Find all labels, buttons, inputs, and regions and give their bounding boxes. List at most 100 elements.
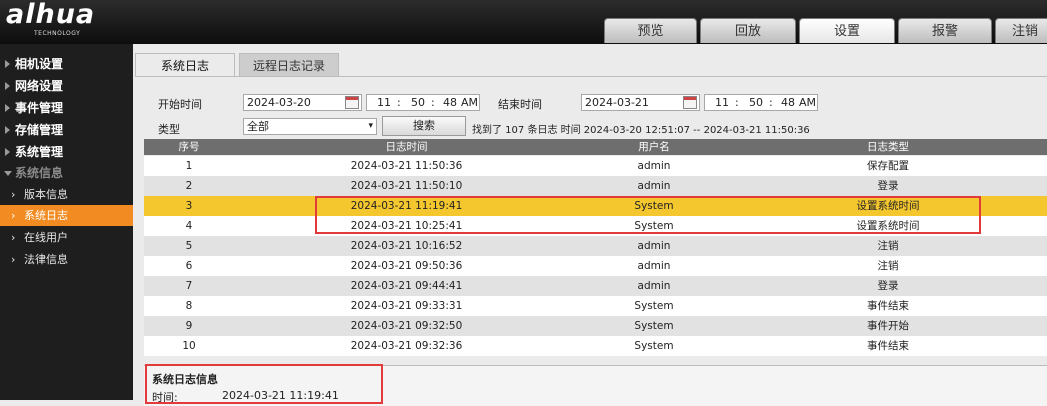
cell-time: 2024-03-21 09:32:36 xyxy=(350,340,463,352)
cell-index: 2 xyxy=(185,180,193,192)
expand-arrow-icon xyxy=(5,126,10,134)
cell-type: 事件开始 xyxy=(867,320,909,332)
sidebar-item-label: 系统信息 xyxy=(15,166,64,180)
chevron-down-icon: ▾ xyxy=(368,121,373,131)
cell-type: 事件结束 xyxy=(867,340,909,352)
end-second[interactable]: 48 xyxy=(781,95,795,110)
table-row[interactable]: 2 2024-03-21 11:50:10 admin 登录 xyxy=(144,176,1047,196)
cell-index: 7 xyxy=(185,280,193,292)
start-date-value: 2024-03-20 xyxy=(247,96,311,109)
end-minute[interactable]: 50 xyxy=(749,95,763,110)
sidebar-item-label: 事件管理 xyxy=(15,101,64,115)
cell-type: 登录 xyxy=(877,180,899,192)
end-date-input[interactable]: 2024-03-21 xyxy=(581,94,700,111)
end-time-input[interactable]: 11 : 50 : 48 AM xyxy=(704,94,818,111)
brand-tagline: TECHNOLOGY xyxy=(34,30,81,37)
chevron-right-icon: › xyxy=(11,188,16,201)
sidebar-item-label: 存储管理 xyxy=(15,123,64,137)
start-second[interactable]: 48 xyxy=(443,95,457,110)
sidebar-item-event-management[interactable]: 事件管理 xyxy=(0,97,133,119)
sidebar-item-system-management[interactable]: 系统管理 xyxy=(0,141,133,163)
tab-logout[interactable]: 注销 xyxy=(995,18,1047,43)
time-separator: : xyxy=(735,96,739,109)
table-row[interactable]: 1 2024-03-21 11:50:36 admin 保存配置 xyxy=(144,156,1047,176)
type-label: 类型 xyxy=(158,123,180,136)
sidebar-sub-version-info[interactable]: › 版本信息 xyxy=(0,184,133,205)
table-row[interactable]: 8 2024-03-21 09:33:31 System 事件结束 xyxy=(144,296,1047,316)
cell-user: admin xyxy=(637,240,671,252)
type-select[interactable]: 全部 ▾ xyxy=(243,118,377,135)
cell-type: 保存配置 xyxy=(867,160,909,172)
cell-user: admin xyxy=(637,260,671,272)
table-row[interactable]: 10 2024-03-21 09:32:36 System 事件结束 xyxy=(144,336,1047,356)
table-row[interactable]: 6 2024-03-21 09:50:36 admin 注销 xyxy=(144,256,1047,276)
sidebar-sub-label: 版本信息 xyxy=(24,188,68,201)
sidebar-item-label: 网络设置 xyxy=(15,79,64,93)
time-separator: : xyxy=(431,96,435,109)
tab-divider xyxy=(135,76,1047,77)
sidebar-item-label: 相机设置 xyxy=(15,57,64,71)
main-content: 系统日志 远程日志记录 开始时间 2024-03-20 11 : 50 : 48… xyxy=(133,44,1047,406)
tab-settings[interactable]: 设置 xyxy=(799,18,895,43)
cell-index: 1 xyxy=(185,160,193,172)
cell-index: 5 xyxy=(185,240,193,252)
table-row[interactable]: 9 2024-03-21 09:32:50 System 事件开始 xyxy=(144,316,1047,336)
cell-index: 4 xyxy=(185,220,193,232)
cell-time: 2024-03-21 10:16:52 xyxy=(350,240,463,252)
calendar-icon[interactable] xyxy=(345,96,359,109)
calendar-icon[interactable] xyxy=(683,96,697,109)
highlight-box-rows xyxy=(315,196,981,234)
sidebar-item-label: 系统管理 xyxy=(15,145,64,159)
sidebar-sub-system-log[interactable]: › 系统日志 xyxy=(0,205,133,226)
cell-user: admin xyxy=(637,180,671,192)
table-row[interactable]: 7 2024-03-21 09:44:41 admin 登录 xyxy=(144,276,1047,296)
cell-user: System xyxy=(634,300,674,312)
sidebar-item-storage-management[interactable]: 存储管理 xyxy=(0,119,133,141)
table-header: 序号 日志时间 用户名 日志类型 xyxy=(144,139,1047,155)
start-time-input[interactable]: 11 : 50 : 48 AM xyxy=(366,94,480,111)
cell-index: 9 xyxy=(185,320,193,332)
tab-alarm[interactable]: 报警 xyxy=(898,18,992,43)
end-hour[interactable]: 11 xyxy=(715,95,729,110)
start-minute[interactable]: 50 xyxy=(411,95,425,110)
cell-index: 8 xyxy=(185,300,193,312)
start-date-input[interactable]: 2024-03-20 xyxy=(243,94,362,111)
start-ampm[interactable]: AM xyxy=(461,95,478,110)
sidebar-sub-label: 在线用户 xyxy=(24,231,68,244)
brand-logo: alhua xyxy=(6,0,96,30)
sidebar-item-system-info[interactable]: 系统信息 xyxy=(0,162,133,184)
sidebar-sub-online-users[interactable]: › 在线用户 xyxy=(0,227,133,248)
end-ampm[interactable]: AM xyxy=(799,95,816,110)
cell-time: 2024-03-21 09:44:41 xyxy=(350,280,463,292)
header-index: 序号 xyxy=(178,141,200,153)
chevron-right-icon: › xyxy=(11,253,16,266)
tab-system-log[interactable]: 系统日志 xyxy=(135,53,235,77)
header-username: 用户名 xyxy=(638,141,670,153)
cell-type: 登录 xyxy=(877,280,899,292)
tab-preview[interactable]: 预览 xyxy=(604,18,697,43)
cell-user: admin xyxy=(637,280,671,292)
expand-arrow-icon xyxy=(5,82,10,90)
sidebar: 相机设置 网络设置 事件管理 存储管理 系统管理 系统信息 › 版本信息 › 系… xyxy=(0,44,133,400)
collapse-arrow-icon xyxy=(4,171,12,176)
sidebar-item-camera-settings[interactable]: 相机设置 xyxy=(0,53,133,75)
tab-playback[interactable]: 回放 xyxy=(700,18,796,43)
cell-user: System xyxy=(634,320,674,332)
search-button[interactable]: 搜索 xyxy=(382,116,466,136)
cell-time: 2024-03-21 09:32:50 xyxy=(350,320,463,332)
header-log-type: 日志类型 xyxy=(867,141,909,153)
result-summary: 找到了 107 条日志 时间 2024-03-20 12:51:07 -- 20… xyxy=(472,125,810,136)
chevron-right-icon: › xyxy=(11,209,16,222)
highlight-box-detail xyxy=(145,364,383,404)
time-separator: : xyxy=(769,96,773,109)
cell-time: 2024-03-21 11:50:10 xyxy=(350,180,463,192)
expand-arrow-icon xyxy=(5,60,10,68)
table-row[interactable]: 5 2024-03-21 10:16:52 admin 注销 xyxy=(144,236,1047,256)
tab-remote-log[interactable]: 远程日志记录 xyxy=(239,53,339,77)
header-log-time: 日志时间 xyxy=(385,141,428,153)
start-hour[interactable]: 11 xyxy=(377,95,391,110)
expand-arrow-icon xyxy=(5,104,10,112)
cell-index: 3 xyxy=(185,200,193,212)
sidebar-item-network-settings[interactable]: 网络设置 xyxy=(0,75,133,97)
sidebar-sub-legal-info[interactable]: › 法律信息 xyxy=(0,249,133,270)
